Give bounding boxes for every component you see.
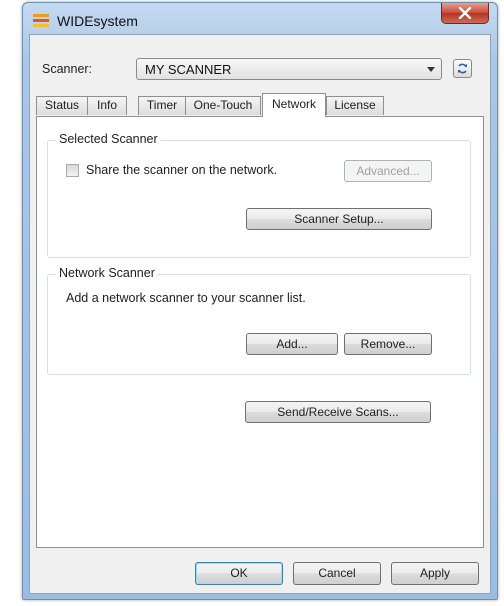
scanner-select-value: MY SCANNER (145, 62, 232, 77)
refresh-scanner-button[interactable] (453, 59, 472, 78)
window-title: WIDEsystem (57, 13, 138, 29)
apply-button[interactable]: Apply (391, 562, 479, 585)
share-scanner-checkbox[interactable] (66, 164, 79, 177)
network-scanner-group: Network Scanner Add a network scanner to… (47, 266, 471, 375)
share-scanner-label: Share the scanner on the network. (86, 163, 278, 177)
title-bar[interactable]: WIDEsystem (23, 3, 497, 37)
network-tab-panel: Selected Scanner Share the scanner on th… (36, 116, 484, 548)
tab-one-touch[interactable]: One-Touch (185, 96, 261, 115)
close-button[interactable] (441, 3, 489, 24)
dialog-client-area: Scanner: MY SCANNER Status Info Timer On… (29, 34, 491, 594)
remove-scanner-button[interactable]: Remove... (344, 333, 432, 355)
advanced-button[interactable]: Advanced... (344, 160, 432, 182)
selected-scanner-legend: Selected Scanner (56, 132, 161, 146)
send-receive-scans-button[interactable]: Send/Receive Scans... (245, 401, 431, 423)
network-scanner-legend: Network Scanner (56, 266, 158, 280)
tab-info[interactable]: Info (87, 96, 127, 115)
tab-timer[interactable]: Timer (138, 96, 186, 115)
ok-button[interactable]: OK (195, 562, 283, 585)
chevron-down-icon (427, 67, 435, 72)
scanner-label: Scanner: (42, 62, 93, 76)
scanner-setup-button[interactable]: Scanner Setup... (246, 208, 432, 230)
cancel-button[interactable]: Cancel (293, 562, 381, 585)
tab-status[interactable]: Status (36, 96, 88, 115)
app-logo-icon (31, 10, 51, 30)
add-scanner-button[interactable]: Add... (246, 333, 338, 355)
tab-license[interactable]: License (326, 96, 384, 115)
scanner-select[interactable]: MY SCANNER (136, 58, 442, 80)
tab-network[interactable]: Network (262, 93, 326, 117)
selected-scanner-group: Selected Scanner Share the scanner on th… (47, 132, 471, 258)
dialog-window: WIDEsystem Scanner: MY SCANNER Status In… (22, 2, 498, 600)
network-scanner-description: Add a network scanner to your scanner li… (66, 291, 306, 305)
